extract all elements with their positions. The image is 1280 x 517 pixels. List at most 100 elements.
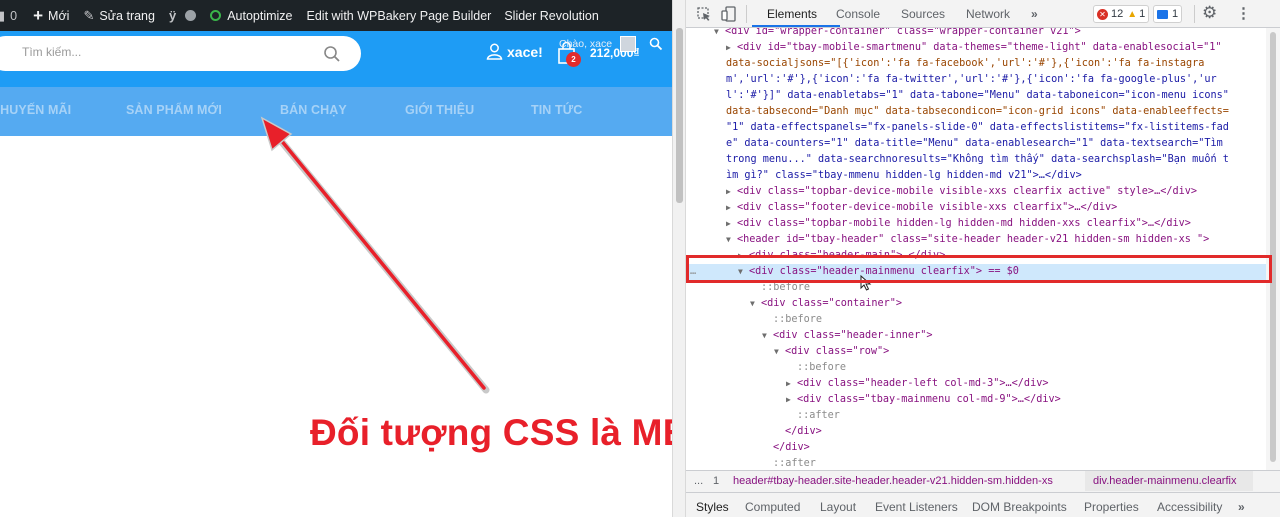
dom-node[interactable]: ▶ <div id="tbay-mobile-smartmenu" data-th… xyxy=(686,40,1266,56)
selected-node-highlight-box xyxy=(686,255,1272,283)
menu-item-gioi-thieu[interactable]: GIỚI THIỆU xyxy=(405,103,474,117)
dom-node[interactable]: ▶ <div class="topbar-device-mobile visibl… xyxy=(686,184,1266,200)
menu-item-san-pham-moi[interactable]: SẢN PHẨM MỚI xyxy=(126,103,222,117)
message-icon xyxy=(1157,9,1168,19)
header-search-icon[interactable] xyxy=(649,37,663,51)
dom-line-text: <div id="wrapper-container" class="wrapp… xyxy=(725,28,1081,37)
dom-line-text: data-socialjsons="[{'icon':'fa fa-facebo… xyxy=(726,58,1205,69)
tab-layout[interactable]: Layout xyxy=(820,500,856,514)
new-label: Mới xyxy=(48,8,70,23)
warning-icon: ▲ xyxy=(1127,8,1138,20)
tab-event-listeners[interactable]: Event Listeners xyxy=(875,500,958,514)
breadcrumb-ellipsis[interactable]: ... xyxy=(694,475,703,487)
settings-gear-icon[interactable]: ⚙ xyxy=(1202,3,1217,23)
dom-pseudo[interactable]: ::after xyxy=(686,456,1266,470)
comments-item[interactable]: ▮ 0 xyxy=(0,0,17,31)
tab-styles[interactable]: Styles xyxy=(696,500,729,514)
avatar[interactable] xyxy=(620,36,636,52)
dom-node[interactable]: ▶ <div class="topbar-mobile hidden-lg hid… xyxy=(686,216,1266,232)
dom-pseudo[interactable]: ::after xyxy=(686,408,1266,424)
inspect-element-icon[interactable] xyxy=(697,7,711,21)
more-tabs-button[interactable]: » xyxy=(1031,7,1038,21)
tab-properties[interactable]: Properties xyxy=(1084,500,1139,514)
menu-item-tin-tuc[interactable]: TIN TỨC xyxy=(531,103,582,117)
main-menu: KHUYẾN MÃI SẢN PHẨM MỚI BÁN CHẠY GIỚI TH… xyxy=(0,87,672,136)
dom-line-text: ::before xyxy=(773,314,823,325)
slider-revolution-item[interactable]: Slider Revolution xyxy=(504,0,599,31)
dom-node-cont: data-socialjsons="[{'icon':'fa fa-facebo… xyxy=(686,56,1266,72)
autoptimize-item[interactable]: Autoptimize xyxy=(210,0,293,31)
new-item[interactable]: + Mới xyxy=(33,0,69,31)
dom-line-text: </div> xyxy=(785,426,822,437)
dom-line-text: <div class="header-left col-md-3">…</div… xyxy=(797,378,1049,389)
comments-count: 0 xyxy=(10,8,18,23)
device-toolbar-icon[interactable] xyxy=(721,6,737,22)
menu-item-ban-chay[interactable]: BÁN CHẠY xyxy=(280,103,347,117)
error-icon: ✕ xyxy=(1097,8,1108,20)
tab-computed[interactable]: Computed xyxy=(745,500,800,514)
messages-counter[interactable]: 1 xyxy=(1153,5,1183,23)
dom-node[interactable]: ▶ <div class="tbay-mainmenu col-md-9">…</… xyxy=(686,392,1266,408)
wpbakery-label: Edit with WPBakery Page Builder xyxy=(306,8,492,23)
tab-sources[interactable]: Sources xyxy=(901,7,945,21)
dom-node-cont: l':'#'}]" data-enabletabs="1" data-tabon… xyxy=(686,88,1266,104)
dom-line-text: <div class="footer-device-mobile visible… xyxy=(737,202,1118,213)
elements-scrollbar-thumb[interactable] xyxy=(1270,32,1276,462)
devtools-panel: Elements Console Sources Network » ✕ 12 … xyxy=(686,0,1280,517)
dom-node[interactable]: ▼ <div class="header-inner"> xyxy=(686,328,1266,344)
dom-node[interactable]: ▼ <header id="tbay-header" class="site-he… xyxy=(686,232,1266,248)
dom-line-text: trong menu..." data-searchnoresults="Khô… xyxy=(726,154,1229,165)
autoptimize-status-icon xyxy=(210,10,222,21)
search-box xyxy=(0,36,361,71)
dom-line-text: l':'#'}]" data-enabletabs="1" data-tabon… xyxy=(726,90,1229,101)
comment-icon: ▮ xyxy=(0,7,6,23)
tab-accessibility[interactable]: Accessibility xyxy=(1157,500,1222,514)
tab-dom-breakpoints[interactable]: DOM Breakpoints xyxy=(972,500,1067,514)
tab-elements[interactable]: Elements xyxy=(767,7,817,21)
wpbakery-item[interactable]: Edit with WPBakery Page Builder xyxy=(307,0,492,31)
dom-line-text: ::before xyxy=(761,282,811,293)
dom-line-text: <div class="topbar-device-mobile visible… xyxy=(737,186,1198,197)
dom-line-text: <header id="tbay-header" class="site-hea… xyxy=(737,234,1210,245)
tab-console[interactable]: Console xyxy=(836,7,880,21)
more-panes-button[interactable]: » xyxy=(1238,500,1245,514)
dom-line-text: </div> xyxy=(773,442,810,453)
dom-node[interactable]: ▼ <div class="container"> xyxy=(686,296,1266,312)
more-options-icon[interactable]: ⋮ xyxy=(1236,4,1251,22)
dom-pseudo[interactable]: ::before xyxy=(686,360,1266,376)
dom-node-cont: e" data-counters="1" data-title="Menu" d… xyxy=(686,136,1266,152)
dom-line-text: ::after xyxy=(797,410,840,421)
issues-counter[interactable]: ✕ 12 ▲ 1 xyxy=(1093,5,1150,23)
breadcrumb-index[interactable]: 1 xyxy=(713,475,719,487)
search-input[interactable] xyxy=(22,45,322,59)
dom-node[interactable]: ▶ <div class="footer-device-mobile visibl… xyxy=(686,200,1266,216)
account-link[interactable]: xace! xyxy=(486,43,543,60)
dom-node[interactable]: ▼ <div class="row"> xyxy=(686,344,1266,360)
yoast-item[interactable]: ÿ xyxy=(169,0,181,31)
dom-closing-tag[interactable]: </div> xyxy=(686,440,1266,456)
website-viewport: ▮ 0 + Mới ✎ Sửa trang ÿ Autoptimize Edit… xyxy=(0,0,672,517)
site-header: xace! Chào, xace 2 212,000₫ xyxy=(0,31,672,87)
dom-node[interactable]: ▶ <div class="header-left col-md-3">…</di… xyxy=(686,376,1266,392)
dom-closing-tag[interactable]: </div> xyxy=(686,424,1266,440)
dom-pseudo[interactable]: ::before xyxy=(686,312,1266,328)
seo-status-item[interactable] xyxy=(185,0,197,31)
plus-icon: + xyxy=(33,5,44,25)
page-scrollbar[interactable] xyxy=(672,0,686,517)
search-icon[interactable] xyxy=(323,45,341,63)
elements-scrollbar[interactable] xyxy=(1266,28,1280,470)
dom-line-text: data-tabsecond="Danh mục" data-tabsecond… xyxy=(726,106,1229,117)
user-icon xyxy=(486,43,503,60)
dom-line-text: m','url':'#'},{'icon':'fa fa-twitter','u… xyxy=(726,74,1217,85)
breadcrumb-selected[interactable]: div.header-mainmenu.clearfix xyxy=(1085,471,1253,491)
page-scrollbar-thumb[interactable] xyxy=(676,28,683,203)
annotation-caption: Đối tượng CSS là MENU xyxy=(310,412,672,453)
edit-page-item[interactable]: ✎ Sửa trang xyxy=(83,0,155,31)
dom-node[interactable]: ▼ <div id="wrapper-container" class="wrap… xyxy=(686,28,1266,40)
cart-count-badge: 2 xyxy=(566,52,581,67)
menu-item-khuyen-mai[interactable]: KHUYẾN MÃI xyxy=(0,103,71,117)
tab-network[interactable]: Network xyxy=(966,7,1010,21)
breadcrumb-header[interactable]: header#tbay-header.site-header.header-v2… xyxy=(733,475,1053,487)
dom-line-text: <div class="tbay-mainmenu col-md-9">…</d… xyxy=(797,394,1061,405)
slider-revolution-label: Slider Revolution xyxy=(504,8,599,23)
